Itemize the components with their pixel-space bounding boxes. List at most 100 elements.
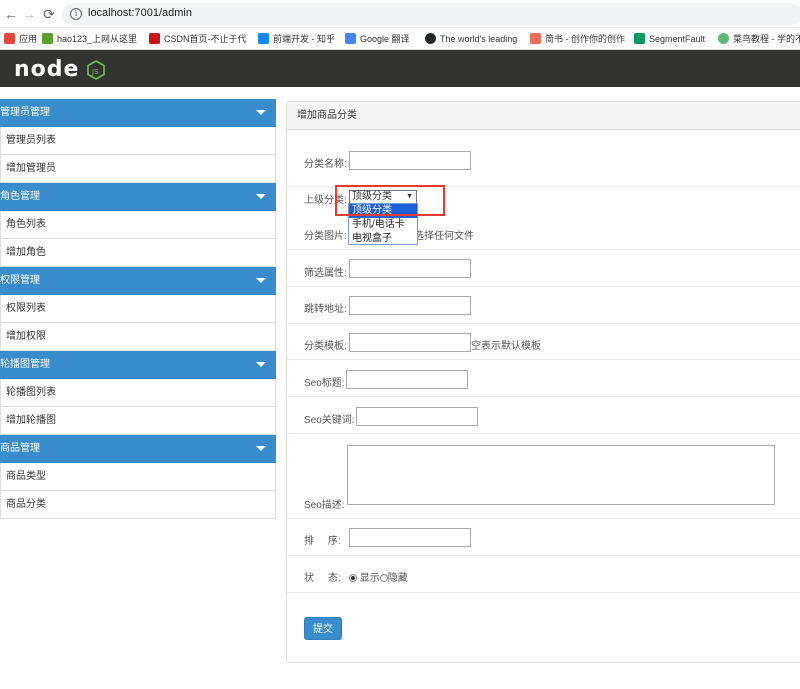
sidebar-group-goods[interactable]: 商品管理 bbox=[0, 435, 276, 463]
filter-attr-label: 筛选属性: bbox=[304, 268, 347, 279]
parent-category-label: 上级分类: bbox=[304, 195, 347, 206]
parent-category-dropdown: 顶级分类 手机/电话卡 电视盒子 bbox=[348, 203, 418, 245]
sidebar-item-add-admin[interactable]: 增加管理员 bbox=[0, 155, 276, 183]
sidebar: 管理员管理 管理员列表 增加管理员 角色管理 角色列表 增加角色 权限管理 权限… bbox=[0, 99, 276, 519]
sidebar-item-admin-list[interactable]: 管理员列表 bbox=[0, 127, 276, 155]
zhihu-icon bbox=[258, 33, 269, 44]
sidebar-group-title: 商品管理 bbox=[0, 443, 40, 454]
runoob-icon bbox=[718, 33, 729, 44]
category-name-label: 分类名称: bbox=[304, 159, 347, 170]
address-bar[interactable]: i localhost:7001/admin bbox=[62, 3, 800, 25]
svg-text:JS: JS bbox=[91, 68, 99, 76]
status-show-radio[interactable] bbox=[349, 574, 357, 582]
filter-attr-input[interactable] bbox=[349, 259, 471, 278]
status-show-label: 显示 bbox=[359, 573, 380, 584]
bookmarks-bar: 应用 hao123_上网从这里 CSDN首页-不止于代 前端开发 - 知乎 Go… bbox=[0, 28, 800, 50]
google-translate-icon bbox=[345, 33, 356, 44]
category-name-input[interactable] bbox=[349, 151, 471, 170]
forward-icon[interactable]: → bbox=[20, 5, 38, 23]
sidebar-group-title: 权限管理 bbox=[0, 275, 40, 286]
sort-input[interactable] bbox=[349, 528, 471, 547]
template-hint: 空表示默认模板 bbox=[471, 341, 541, 352]
bookmark-label: 菜鸟教程 - 学的不 bbox=[733, 34, 800, 44]
bookmark-jianshu[interactable]: 简书 - 创作你的创作 bbox=[530, 32, 625, 46]
seo-desc-textarea[interactable] bbox=[347, 445, 775, 505]
caret-down-icon bbox=[256, 362, 266, 367]
sidebar-group-carousel[interactable]: 轮播图管理 bbox=[0, 351, 276, 379]
sidebar-item-role-list[interactable]: 角色列表 bbox=[0, 211, 276, 239]
sidebar-group-title: 轮播图管理 bbox=[0, 359, 50, 370]
sidebar-group-title: 管理员管理 bbox=[0, 107, 50, 118]
sidebar-item-add-permission[interactable]: 增加权限 bbox=[0, 323, 276, 351]
bookmark-label: 简书 - 创作你的创作 bbox=[545, 34, 625, 44]
parent-category-select[interactable]: 顶级分类 ▼ bbox=[349, 190, 417, 204]
caret-down-icon bbox=[256, 446, 266, 451]
row-divider bbox=[287, 249, 800, 250]
template-label: 分类模板: bbox=[304, 341, 347, 352]
bookmark-hao123[interactable]: hao123_上网从这里 bbox=[42, 32, 137, 46]
dropdown-option[interactable]: 电视盒子 bbox=[349, 232, 417, 246]
segmentfault-icon bbox=[634, 33, 645, 44]
row-divider bbox=[287, 592, 800, 593]
bookmark-label: 前端开发 - 知乎 bbox=[273, 34, 335, 44]
apps-grid-icon bbox=[4, 33, 15, 44]
template-input[interactable] bbox=[349, 333, 471, 352]
sidebar-group-permission[interactable]: 权限管理 bbox=[0, 267, 276, 295]
seo-keywords-input[interactable] bbox=[356, 407, 478, 426]
dropdown-option[interactable]: 顶级分类 bbox=[349, 204, 417, 218]
bookmark-label: SegmentFault bbox=[649, 34, 706, 44]
status-hide-radio[interactable] bbox=[379, 574, 388, 582]
seo-title-label: Seo标题: bbox=[304, 378, 345, 389]
file-chooser-hint[interactable]: 选择任何文件 bbox=[414, 227, 474, 242]
sidebar-group-title: 角色管理 bbox=[0, 191, 40, 202]
bookmark-runoob[interactable]: 菜鸟教程 - 学的不 bbox=[718, 32, 800, 46]
submit-button[interactable]: 提交 bbox=[304, 617, 342, 640]
nodejs-logo[interactable]: node JS bbox=[14, 55, 114, 81]
seo-desc-label: Seo描述: bbox=[304, 500, 345, 511]
sidebar-group-admin[interactable]: 管理员管理 bbox=[0, 99, 276, 127]
sidebar-item-goods-category[interactable]: 商品分类 bbox=[0, 491, 276, 519]
caret-down-icon bbox=[256, 194, 266, 199]
sidebar-item-add-role[interactable]: 增加角色 bbox=[0, 239, 276, 267]
status-radio-group: 显示 隐藏 bbox=[349, 569, 408, 584]
row-divider bbox=[287, 359, 800, 360]
link-input[interactable] bbox=[349, 296, 471, 315]
bookmark-csdn[interactable]: CSDN首页-不止于代 bbox=[149, 32, 247, 46]
url-text: localhost:7001/admin bbox=[88, 7, 192, 19]
bookmark-segmentfault[interactable]: SegmentFault bbox=[634, 32, 705, 46]
sidebar-item-carousel-list[interactable]: 轮播图列表 bbox=[0, 379, 276, 407]
jianshu-icon bbox=[530, 33, 541, 44]
back-icon[interactable]: ← bbox=[2, 5, 20, 23]
browser-toolbar: ← → ⟳ i localhost:7001/admin bbox=[0, 0, 800, 28]
bookmark-google-translate[interactable]: Google 翻译 bbox=[345, 32, 410, 46]
sort-label: 排 序: bbox=[304, 536, 341, 547]
bookmark-label: The world's leading bbox=[440, 34, 518, 44]
dropdown-option[interactable]: 手机/电话卡 bbox=[349, 218, 417, 232]
row-divider bbox=[287, 286, 800, 287]
sidebar-item-goods-type[interactable]: 商品类型 bbox=[0, 463, 276, 491]
bookmark-zhihu[interactable]: 前端开发 - 知乎 bbox=[258, 32, 335, 46]
seo-title-input[interactable] bbox=[346, 370, 468, 389]
bookmark-github[interactable]: The world's leading bbox=[425, 32, 517, 46]
github-icon bbox=[425, 33, 436, 44]
hao123-icon bbox=[42, 33, 53, 44]
status-label: 状 态: bbox=[304, 573, 341, 584]
caret-down-icon bbox=[256, 110, 266, 115]
row-divider bbox=[287, 433, 800, 434]
row-divider bbox=[287, 186, 800, 187]
sidebar-item-permission-list[interactable]: 权限列表 bbox=[0, 295, 276, 323]
bookmark-apps[interactable]: 应用 bbox=[4, 32, 37, 46]
status-hide-label: 隐藏 bbox=[387, 573, 408, 584]
bookmark-label: Google 翻译 bbox=[360, 34, 410, 44]
link-label: 跳转地址: bbox=[304, 304, 347, 315]
seo-keywords-label: Seo关键词: bbox=[304, 415, 355, 426]
bookmark-label: CSDN首页-不止于代 bbox=[164, 34, 247, 44]
parent-category-selected: 顶级分类 bbox=[352, 191, 392, 202]
panel-title: 增加商品分类 bbox=[287, 102, 800, 130]
reload-icon[interactable]: ⟳ bbox=[40, 5, 58, 23]
info-icon[interactable]: i bbox=[70, 8, 82, 20]
csdn-icon bbox=[149, 33, 160, 44]
sidebar-group-role[interactable]: 角色管理 bbox=[0, 183, 276, 211]
sidebar-item-add-carousel[interactable]: 增加轮播图 bbox=[0, 407, 276, 435]
row-divider bbox=[287, 555, 800, 556]
